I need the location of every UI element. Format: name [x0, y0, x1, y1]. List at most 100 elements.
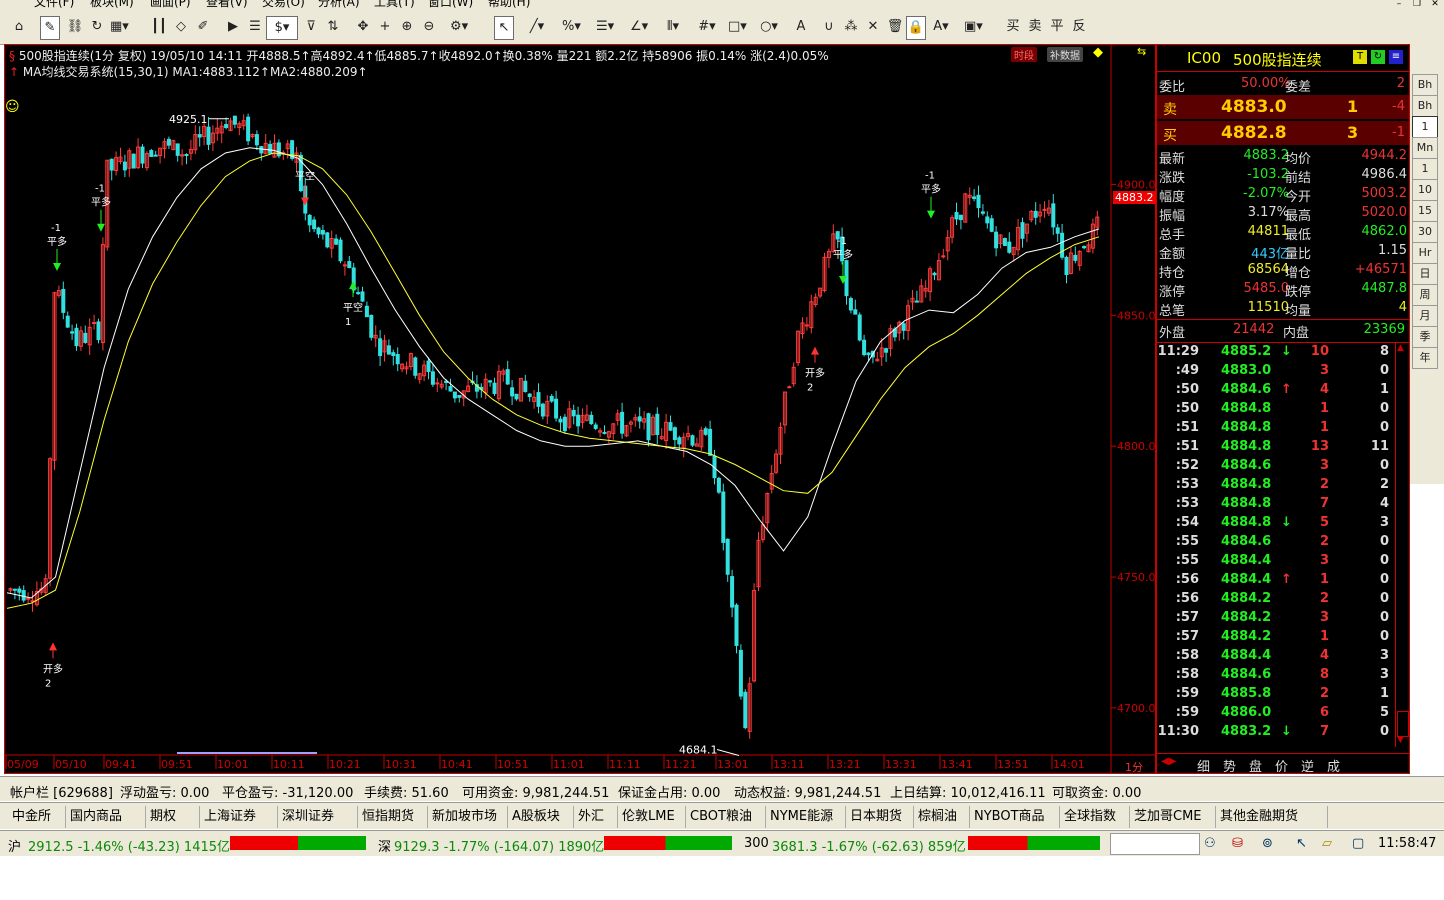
- cursor-mode-icon[interactable]: ↖: [1296, 836, 1307, 851]
- period-tab[interactable]: 年: [1412, 347, 1438, 369]
- period-tab[interactable]: 周: [1412, 284, 1438, 306]
- kline-chart[interactable]: 4900.0 4850.0 4800.0 4750.0 4700.0 05/09 05/10…: [5, 45, 1155, 773]
- menu-item[interactable]: 窗口(W): [428, 0, 473, 10]
- quote-tab[interactable]: 成: [1327, 756, 1340, 775]
- market-tab[interactable]: 期权: [146, 806, 200, 828]
- market-tab[interactable]: 外汇: [574, 806, 618, 828]
- kline-chart-panel[interactable]: 4900.0 4850.0 4800.0 4750.0 4700.0 05/09 05/10…: [4, 44, 1156, 774]
- sell-button[interactable]: 卖: [1026, 16, 1044, 38]
- candle-icon[interactable]: ┃┃: [150, 16, 168, 38]
- scrollbar-thumb[interactable]: [1397, 711, 1409, 737]
- quote-tab[interactable]: 盘: [1249, 756, 1262, 775]
- close-icon[interactable]: ✕: [1426, 0, 1444, 10]
- period-tab[interactable]: 1: [1412, 158, 1438, 180]
- period-button[interactable]: 时段: [1011, 47, 1037, 62]
- angle-tool-icon[interactable]: ∠▾: [630, 16, 648, 38]
- collapse-arrow-icon[interactable]: ⇆: [1137, 45, 1146, 58]
- database-icon[interactable]: ⛁: [1232, 836, 1243, 851]
- period-tab[interactable]: 10: [1412, 179, 1438, 201]
- quote-tab[interactable]: 势: [1223, 756, 1236, 775]
- market-tab[interactable]: 中金所: [8, 806, 66, 828]
- play-icon[interactable]: ▶: [224, 16, 242, 38]
- lock-icon[interactable]: 🔒: [906, 16, 926, 40]
- draw-list-icon[interactable]: ⁂: [842, 16, 860, 38]
- period-tab[interactable]: 日: [1412, 263, 1438, 285]
- ask-row[interactable]: 卖 4883.0 1 -4: [1157, 95, 1409, 119]
- diamond-icon[interactable]: ◇: [172, 16, 190, 38]
- market-tab[interactable]: 恒指期货: [358, 806, 428, 828]
- smiley-icon[interactable]: ☺: [5, 99, 20, 115]
- dollar-icon[interactable]: $▾: [266, 16, 298, 40]
- period-tab[interactable]: 1: [1412, 116, 1438, 138]
- period-tab[interactable]: Bh: [1412, 95, 1438, 117]
- tab-prev-icon[interactable]: ◀▶: [1161, 756, 1176, 767]
- satellite-icon[interactable]: ⊚: [1262, 836, 1273, 851]
- window-icon[interactable]: ▢: [1352, 836, 1364, 851]
- fib-tool-icon[interactable]: ☰▾: [596, 16, 614, 38]
- market-tab[interactable]: 上海证券: [200, 806, 278, 828]
- minimize-icon[interactable]: –: [1390, 0, 1408, 10]
- menu-item[interactable]: 查看(V): [206, 0, 248, 10]
- home-icon[interactable]: ⌂: [10, 16, 28, 38]
- cross-icon[interactable]: +: [376, 16, 394, 38]
- period-tab[interactable]: Bh: [1412, 74, 1438, 96]
- menu-blue-icon[interactable]: ≡: [1389, 50, 1403, 64]
- menu-item[interactable]: 板块(M): [90, 0, 134, 10]
- menu-item[interactable]: 帮助(H): [488, 0, 530, 10]
- market-tab[interactable]: 日本期货: [846, 806, 914, 828]
- period-tab[interactable]: 15: [1412, 200, 1438, 222]
- line-tool-icon[interactable]: ╱▾: [528, 16, 546, 38]
- supplement-data-button[interactable]: 补数据: [1047, 47, 1083, 62]
- command-input[interactable]: [1110, 833, 1200, 855]
- t-icon[interactable]: T: [1353, 50, 1367, 64]
- period-tab[interactable]: Mn: [1412, 137, 1438, 159]
- network-icon[interactable]: ⚇: [1204, 836, 1216, 851]
- market-tab[interactable]: NYME能源: [766, 806, 846, 828]
- buy-button[interactable]: 买: [1004, 16, 1022, 38]
- quote-tab[interactable]: 细: [1197, 756, 1210, 775]
- diamond-marker-icon[interactable]: ◆: [1093, 45, 1103, 60]
- menu-item[interactable]: 工具(T): [374, 0, 415, 10]
- market-tab[interactable]: 国内商品: [66, 806, 146, 828]
- save-template-icon[interactable]: ▣▾: [964, 16, 983, 38]
- menu-item[interactable]: 文件(F): [34, 0, 74, 10]
- period-tool-icon[interactable]: ⫴▾: [664, 16, 682, 38]
- refresh-green-icon[interactable]: ↻: [1371, 50, 1385, 64]
- edit-icon[interactable]: ✐: [194, 16, 212, 38]
- zoom-out-icon[interactable]: ⊖: [420, 16, 438, 38]
- reverse-button[interactable]: 反: [1070, 16, 1088, 38]
- market-tab[interactable]: A股板块: [508, 806, 574, 828]
- close-position-button[interactable]: 平: [1048, 16, 1066, 38]
- menu-item[interactable]: 交易(O): [262, 0, 305, 10]
- market-tab[interactable]: 全球指数: [1060, 806, 1130, 828]
- draw-pen-icon[interactable]: ✎: [40, 16, 60, 40]
- delete-icon[interactable]: ✕: [864, 16, 882, 38]
- export-icon[interactable]: ⇅: [324, 16, 342, 38]
- font-color-icon[interactable]: A▾: [932, 16, 950, 38]
- period-tab[interactable]: 月: [1412, 305, 1438, 327]
- quote-tab[interactable]: 价: [1275, 756, 1288, 775]
- market-tab[interactable]: 芝加哥CME: [1130, 806, 1216, 828]
- quote-tab[interactable]: 逆: [1301, 756, 1314, 775]
- ellipse-tool-icon[interactable]: ○▾: [760, 16, 778, 38]
- market-tab[interactable]: 其他金融期货: [1216, 806, 1328, 828]
- percent-tool-icon[interactable]: %▾: [562, 16, 581, 38]
- market-tab[interactable]: 深圳证券: [278, 806, 358, 828]
- zoom-in-icon[interactable]: ⊕: [398, 16, 416, 38]
- gear-icon[interactable]: ⚙▾: [450, 16, 468, 38]
- period-tab[interactable]: Hr: [1412, 242, 1438, 264]
- rect-tool-icon[interactable]: □▾: [728, 16, 747, 38]
- period-tab[interactable]: 30: [1412, 221, 1438, 243]
- cursor-icon[interactable]: ↖: [494, 16, 514, 40]
- hash-tool-icon[interactable]: #▾: [698, 16, 716, 38]
- trash-icon[interactable]: 🗑: [886, 16, 904, 38]
- link-icon[interactable]: ⛓: [66, 16, 84, 38]
- grid-layout-icon[interactable]: ▦▾: [110, 16, 129, 38]
- market-tab[interactable]: CBOT粮油: [686, 806, 766, 828]
- list-icon[interactable]: ☰: [246, 16, 264, 38]
- card-icon[interactable]: ▱: [1322, 836, 1332, 851]
- filter-icon[interactable]: ⊽: [302, 16, 320, 38]
- magnet-icon[interactable]: ∪: [820, 16, 838, 38]
- text-tool-icon[interactable]: A: [792, 16, 810, 38]
- market-tab[interactable]: 伦敦LME: [618, 806, 686, 828]
